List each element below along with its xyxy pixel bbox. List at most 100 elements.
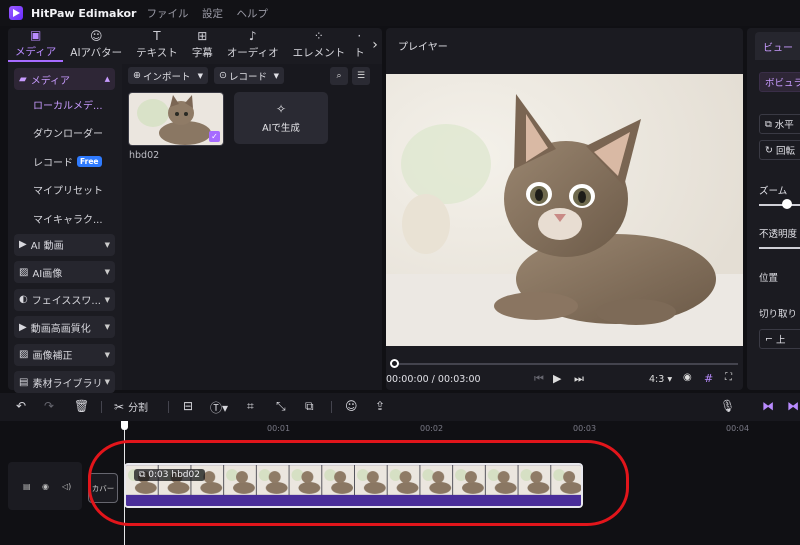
menu-settings[interactable]: 設定 — [202, 8, 223, 20]
prev-frame-icon[interactable]: ⏮ — [534, 372, 544, 386]
tabs-scroll-right-icon[interactable]: › — [368, 28, 382, 62]
snap-icon[interactable]: ⧓ — [787, 399, 799, 413]
top-tabs: ▣ メディア ☺ AIアバター T テキスト ⊞ 字幕 ♪ オーディオ ⁘ エレメント · ト… — [8, 28, 382, 62]
sidebar-group-ai-video[interactable]: ▶ AI 動画 ▼ — [14, 233, 115, 256]
add-icon: ⊕ — [133, 70, 141, 81]
record-icon: ⊙ — [219, 70, 227, 81]
chevron-up-icon: ▲ — [104, 75, 110, 83]
scrub-knob[interactable] — [390, 359, 399, 368]
video-preview[interactable] — [386, 74, 743, 346]
annotation-ellipse — [88, 440, 629, 526]
rotate-button[interactable]: ↻ 回転 — [759, 140, 800, 160]
divider — [168, 401, 169, 413]
text-tool-icon[interactable]: Ⓣ▾ — [210, 399, 228, 416]
eye-icon[interactable]: ◉ — [42, 482, 49, 491]
export-tool-icon[interactable]: ⇪ — [375, 399, 385, 413]
ruler-tick: 00:02 — [420, 424, 444, 433]
zoom-slider-knob[interactable] — [782, 199, 792, 209]
grid-icon[interactable]: # — [704, 372, 713, 385]
tab-element[interactable]: ⁘ エレメント — [286, 28, 353, 62]
zoom-slider[interactable] — [759, 204, 800, 206]
delete-icon[interactable]: 🗑 — [74, 399, 89, 413]
menu-file[interactable]: ファイル — [146, 8, 188, 20]
mirror-tool-icon[interactable]: ⧉ — [305, 399, 314, 414]
subtitle-tool-icon[interactable]: ⊟ — [183, 399, 193, 413]
popular-tag[interactable]: ボビュラ — [759, 72, 800, 92]
opacity-slider[interactable] — [759, 247, 800, 249]
app-window: HitPaw Edimakor ファイル 設定 ヘルプ ▣ メディア ☺ AIアバタ… — [0, 0, 800, 545]
sidebar-group-image-fix[interactable]: ▨ 画像補正 ▼ — [14, 343, 115, 366]
import-button[interactable]: ⊕ インポート ▼ — [128, 67, 208, 84]
menu-bar: ファイル 設定 ヘルプ — [136, 6, 268, 21]
chevron-down-icon: ▼ — [104, 323, 110, 331]
sidebar-item-record[interactable]: レコード Free — [8, 147, 120, 176]
ruler-tick: 00:01 — [267, 424, 291, 433]
sidebar-item-local-media[interactable]: ローカルメデ... — [8, 90, 120, 119]
position-label: 位置 — [759, 273, 779, 284]
aspect-ratio-select[interactable]: 4:3 ▾ — [649, 374, 672, 385]
tab-media[interactable]: ▣ メディア — [8, 28, 64, 62]
playhead-handle[interactable] — [121, 421, 128, 430]
flip-icon: ⧉ — [765, 118, 772, 130]
resize-tool-icon[interactable]: ⤡ — [276, 399, 286, 414]
scrub-bar[interactable] — [394, 363, 738, 365]
zoom-label: ズーム — [759, 186, 788, 197]
sparkle-icon: ✧ — [275, 102, 287, 116]
flip-horizontal-button[interactable]: ⧉ 水平 — [759, 114, 800, 134]
crop-tool-icon[interactable]: ⌗ — [247, 399, 254, 414]
menu-help[interactable]: ヘルプ — [236, 8, 268, 20]
tab-audio[interactable]: ♪ オーディオ — [220, 28, 286, 62]
undo-icon[interactable]: ↶ — [16, 399, 26, 413]
player-timecode: 00:00:00 / 00:03:00 — [386, 374, 481, 385]
chevron-down-icon: ▼ — [273, 71, 279, 80]
crop-icon: ⌐ — [765, 333, 773, 345]
edit-toolbar: ↶ ↷ 🗑 ✂ 分割 ⊟ Ⓣ▾ ⌗ ⤡ ⧉ ☺ ⇪ 🎙 ⧓ ⧓ — [0, 393, 800, 421]
element-icon: ⁘ — [313, 29, 324, 43]
sidebar-group-ai-image[interactable]: ▨ AI画像 ▼ — [14, 261, 115, 283]
track-header: ▤ ◉ ◁) — [8, 462, 82, 510]
redo-icon[interactable]: ↷ — [44, 399, 54, 413]
sidebar-group-upscale[interactable]: ▶ 動画高画質化 ▼ — [14, 316, 115, 338]
split-button[interactable]: ✂ 分割 — [114, 399, 148, 415]
sidebar-media[interactable]: ▰ メディア ▲ — [14, 68, 115, 90]
media-thumbnail[interactable]: ✓ — [128, 92, 224, 146]
crop-top-button[interactable]: ⌐ 上 — [759, 329, 800, 349]
tab-subtitle[interactable]: ⊞ 字幕 — [185, 28, 220, 62]
face-tool-icon[interactable]: ☺ — [345, 399, 358, 413]
search-icon[interactable]: ⌕ — [330, 67, 348, 85]
sidebar-group-face-swap[interactable]: ◐ フェイススワ... ▼ — [14, 288, 115, 311]
more-icon: · — [357, 29, 362, 43]
crop-label: 切り取り — [759, 309, 798, 320]
microphone-icon[interactable]: 🎙 — [720, 399, 735, 413]
next-frame-icon[interactable]: ⏭ — [574, 372, 584, 386]
play-icon[interactable]: ▶ — [553, 372, 561, 385]
tab-view[interactable]: ビュー — [755, 32, 800, 60]
audio-icon: ♪ — [248, 29, 257, 43]
sidebar-item-my-presets[interactable]: マイプリセット — [8, 176, 120, 205]
snapshot-icon[interactable]: ◉ — [683, 372, 692, 383]
checkmark-icon: ✓ — [209, 131, 220, 142]
title-bar: HitPaw Edimakor ファイル 設定 ヘルプ — [0, 0, 800, 26]
tab-more[interactable]: · ト — [352, 28, 367, 62]
tab-ai-avatar[interactable]: ☺ AIアバター — [63, 28, 129, 62]
ruler-tick: 00:04 — [726, 424, 750, 433]
free-badge: Free — [77, 155, 102, 167]
sidebar-item-my-characters[interactable]: マイキャラク... — [8, 204, 120, 233]
avatar-icon: ☺ — [89, 29, 103, 43]
tab-text[interactable]: T テキスト — [129, 28, 185, 62]
sidebar-item-downloader[interactable]: ダウンローダー — [8, 119, 120, 148]
volume-icon[interactable]: ◁) — [62, 482, 71, 491]
media-area: ⊕ インポート ▼ ⊙ レコード ▼ ⌕ ☰ ✓ hbd02 ✧ AIで生成 — [122, 64, 382, 390]
ai-generate-button[interactable]: ✧ AIで生成 — [234, 92, 328, 144]
record-button[interactable]: ⊙ レコード ▼ — [214, 67, 284, 84]
sort-icon[interactable]: ☰ — [352, 67, 370, 85]
fullscreen-icon[interactable]: ⛶ — [725, 372, 732, 383]
opacity-label: 不透明度 — [759, 229, 798, 240]
ruler-tick: 00:03 — [573, 424, 597, 433]
lock-icon[interactable]: ▤ — [23, 482, 31, 491]
timeline-ruler[interactable]: 00:01 00:02 00:03 00:04 — [124, 421, 800, 439]
text-icon: T — [153, 29, 161, 43]
link-icon[interactable]: ⧓ — [762, 399, 774, 413]
properties-panel: ビュー ボビュラ ⧉ 水平 ↻ 回転 ズーム 不透明度 位置 切り取り ⌐ 上 — [747, 28, 800, 390]
sidebar-group-library[interactable]: ▤ 素材ライブラリ ▼ — [14, 371, 115, 393]
